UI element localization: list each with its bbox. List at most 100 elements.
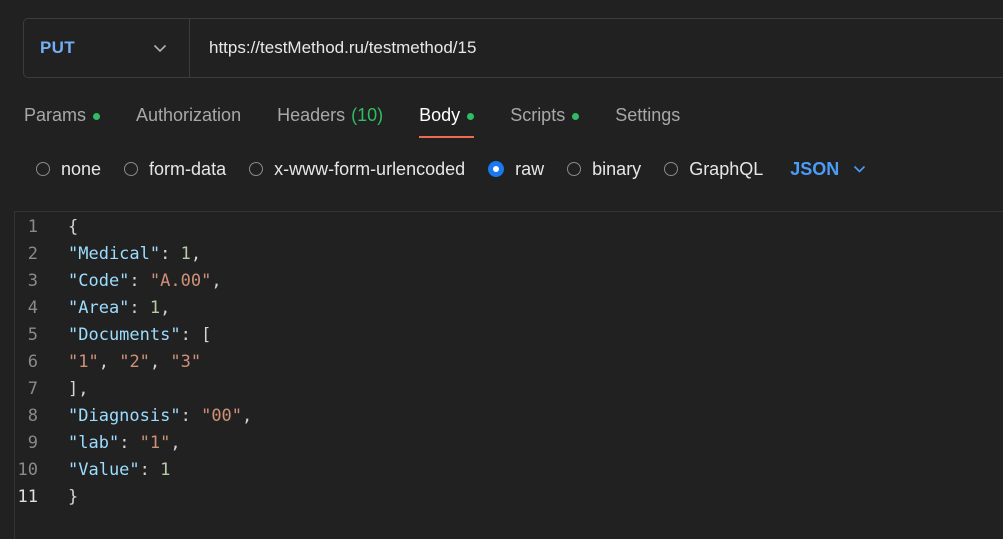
radio-button[interactable]	[124, 162, 139, 176]
chevron-down-icon	[853, 160, 866, 178]
code-token: :	[160, 243, 181, 264]
code-line[interactable]: 1{	[0, 213, 1003, 240]
tab-label: Params	[24, 105, 87, 125]
tab-headers[interactable]: Headers (10)	[277, 100, 383, 138]
code-line[interactable]: 3 "Code": "A.00",	[0, 267, 1003, 294]
line-number: 11	[17, 486, 38, 507]
body-type-raw[interactable]: raw	[488, 159, 544, 180]
code-editor[interactable]: 1{2 "Medical": 1, 3 "Code": "A.00", 4 "Area":…	[0, 213, 1003, 510]
tab-scripts[interactable]: Scripts	[510, 100, 580, 138]
radio-button-checked[interactable]	[488, 161, 505, 177]
code-token: "Value"	[68, 459, 140, 480]
tab-label: Scripts	[510, 105, 566, 125]
request-url-bar: PUT https://testMethod.ru/testmethod/15	[23, 18, 1003, 78]
radio-button[interactable]	[249, 162, 264, 176]
line-number: 8	[27, 405, 38, 426]
code-token: "00"	[201, 405, 243, 426]
code-line[interactable]: 8 "Diagnosis": "00",	[0, 402, 1003, 429]
body-type-form-data[interactable]: form-data	[124, 159, 226, 180]
code-token: "Code"	[68, 270, 130, 291]
code-token: ,	[242, 405, 253, 426]
code-text: {	[68, 217, 78, 237]
indicator-dot	[93, 113, 101, 120]
tab-label: Headers	[277, 105, 346, 125]
code-line[interactable]: 10 "Value": 1	[0, 456, 1003, 483]
body-type-binary[interactable]: binary	[567, 159, 641, 180]
code-line[interactable]: 7],	[0, 375, 1003, 402]
tab-label: Authorization	[136, 105, 242, 125]
code-token: "Area"	[68, 297, 130, 318]
code-token: ],	[68, 378, 89, 399]
radio-label: raw	[515, 158, 545, 179]
indicator-dot	[467, 113, 475, 120]
body-type-none[interactable]: none	[36, 159, 101, 180]
radio-label: x-www-form-urlencoded	[274, 158, 466, 179]
code-text: "Code": "A.00",	[68, 271, 222, 291]
code-line[interactable]: 9 "lab": "1",	[0, 429, 1003, 456]
language-selector[interactable]: JSON	[790, 159, 866, 180]
tab-settings[interactable]: Settings	[615, 100, 680, 138]
code-line[interactable]: 5 "Documents": [	[0, 321, 1003, 348]
chevron-down-icon	[153, 44, 167, 53]
radio-button[interactable]	[664, 162, 679, 176]
line-number: 4	[27, 297, 38, 318]
radio-button[interactable]	[36, 162, 50, 176]
code-line[interactable]: 6 "1", "2", "3"	[0, 348, 1003, 375]
radio-label: binary	[592, 158, 642, 179]
line-number: 3	[27, 270, 38, 291]
code-token: :	[129, 297, 150, 318]
code-token: ,	[149, 351, 171, 372]
line-number: 6	[27, 351, 38, 372]
code-token: "1"	[68, 351, 99, 372]
line-number: 2	[27, 243, 38, 264]
code-token: 1	[180, 243, 191, 264]
method-label: PUT	[40, 38, 75, 57]
code-token: : [	[180, 324, 212, 345]
body-type-options: none form-data x-www-form-urlencoded raw…	[36, 158, 866, 180]
method-selector[interactable]: PUT	[24, 19, 190, 77]
code-text: "Medical": 1,	[68, 244, 201, 264]
tab-body[interactable]: Body	[419, 100, 475, 138]
line-number: 7	[27, 378, 38, 399]
headers-count: (10)	[351, 105, 384, 125]
line-number: 5	[27, 324, 38, 345]
line-number: 9	[27, 432, 38, 453]
code-token: ,	[98, 351, 120, 372]
code-token: :	[180, 405, 202, 426]
code-token: "Diagnosis"	[68, 405, 181, 426]
code-token: {	[68, 216, 79, 237]
line-number: 10	[17, 459, 38, 480]
code-token: :	[139, 459, 161, 480]
code-token: }	[68, 486, 79, 507]
code-text: ],	[68, 379, 88, 399]
radio-label: form-data	[149, 158, 227, 179]
code-token: ,	[160, 297, 171, 318]
radio-button[interactable]	[567, 162, 582, 176]
code-token: ,	[211, 270, 222, 291]
url-input[interactable]: https://testMethod.ru/testmethod/15	[190, 19, 1003, 77]
code-token: "1"	[139, 432, 171, 453]
code-token: "Medical"	[68, 243, 161, 264]
tab-label: Settings	[615, 105, 681, 125]
code-token: "3"	[170, 351, 202, 372]
code-token: :	[129, 270, 150, 291]
code-line[interactable]: 2 "Medical": 1,	[0, 240, 1003, 267]
code-token: "Documents"	[68, 324, 181, 345]
code-text: "Value": 1	[68, 460, 170, 480]
radio-label: GraphQL	[689, 158, 764, 179]
code-token: 1	[160, 459, 171, 480]
code-token: ,	[170, 432, 181, 453]
code-token: ,	[190, 243, 202, 264]
section-divider	[14, 211, 1003, 212]
code-text: "Area": 1,	[68, 298, 170, 318]
code-line[interactable]: 11}	[0, 483, 1003, 510]
code-text: "1", "2", "3"	[68, 352, 201, 372]
code-line[interactable]: 4 "Area": 1,	[0, 294, 1003, 321]
code-token: "2"	[119, 351, 150, 372]
tab-params[interactable]: Params	[24, 100, 101, 138]
language-label: JSON	[790, 158, 840, 179]
code-text: }	[68, 487, 78, 507]
body-type-x-www-form-urlencoded[interactable]: x-www-form-urlencoded	[249, 159, 465, 180]
tab-authorization[interactable]: Authorization	[136, 100, 241, 138]
body-type-graphql[interactable]: GraphQL	[664, 159, 763, 180]
